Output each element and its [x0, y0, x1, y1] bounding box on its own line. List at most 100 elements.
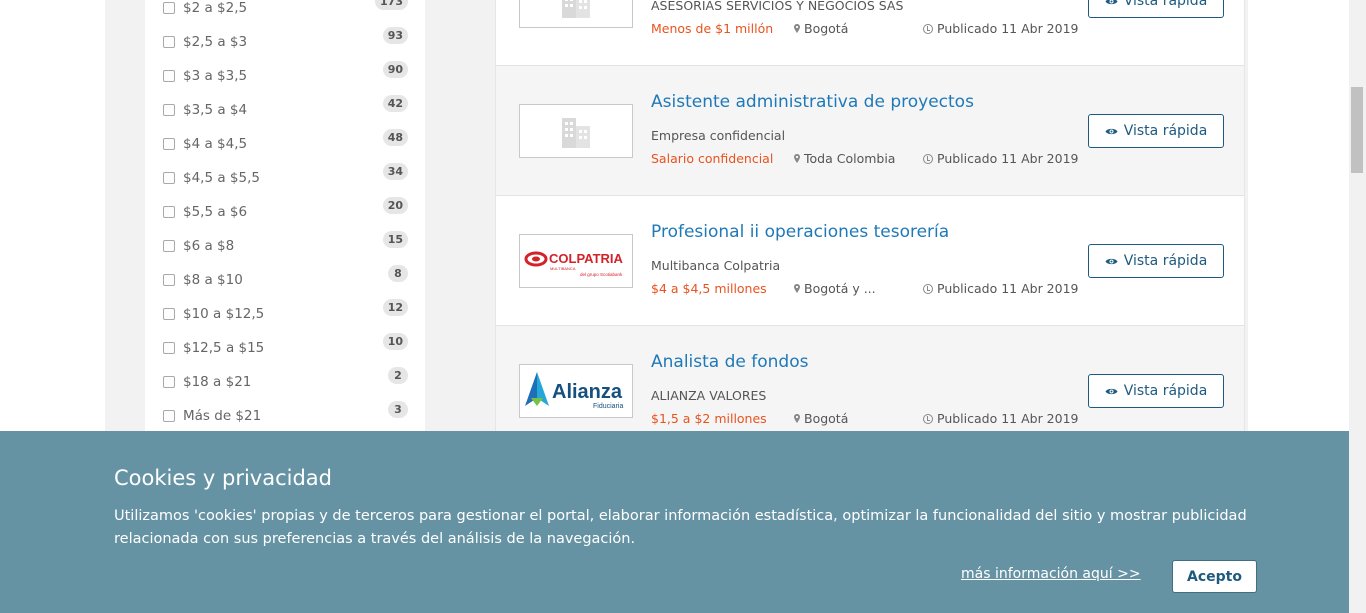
clock-icon — [923, 413, 933, 424]
filter-checkbox[interactable] — [163, 342, 175, 354]
location: Bogotá y ... — [794, 281, 876, 296]
accept-cookies-button[interactable]: Acepto — [1172, 560, 1257, 593]
location-text: Bogotá — [804, 21, 849, 36]
cookie-banner: Cookies y privacidad Utilizamos 'cookies… — [0, 431, 1349, 613]
filter-checkbox[interactable] — [163, 36, 175, 48]
salary-filter-option[interactable]: $12,5 a $15 10 — [163, 333, 408, 358]
building-placeholder-icon[interactable] — [519, 0, 633, 28]
salary-filter-option[interactable]: $4,5 a $5,5 34 — [163, 163, 408, 188]
job-title-link[interactable]: Asistente administrativa de proyectos — [651, 92, 974, 112]
map-pin-icon — [794, 24, 800, 33]
quick-view-label: Vista rápida — [1123, 0, 1208, 9]
salary-text: Menos de $1 millón — [651, 21, 774, 36]
filter-option-label: $3,5 a $4 — [183, 102, 248, 118]
job-title-link[interactable]: Profesional ii operaciones tesorería — [651, 222, 949, 242]
filter-checkbox[interactable] — [163, 2, 175, 14]
posted-date: Publicado 11 Abr 2019 — [923, 411, 1079, 426]
salary-filter-option[interactable]: $5,5 a $6 20 — [163, 197, 408, 222]
salary-filter-option[interactable]: $6 a $8 15 — [163, 231, 408, 256]
filter-option-label: $5,5 a $6 — [183, 204, 248, 220]
quick-view-label: Vista rápida — [1123, 253, 1208, 269]
company-name: ALIANZA VALORES — [651, 388, 767, 403]
eye-icon — [1105, 388, 1118, 394]
salary-filter-option[interactable]: $2,5 a $3 93 — [163, 27, 408, 52]
filter-count-badge: 48 — [382, 129, 408, 146]
salary-filter-option[interactable]: Más de $21 3 — [163, 401, 408, 426]
salary-text: $1,5 a $2 millones — [651, 411, 767, 426]
posted-text: Publicado 11 Abr 2019 — [937, 281, 1079, 296]
salary-filter-option[interactable]: $3 a $3,5 90 — [163, 61, 408, 86]
quick-view-button[interactable]: Vista rápida — [1088, 374, 1224, 408]
filter-checkbox[interactable] — [163, 206, 175, 218]
filter-count-badge: 8 — [388, 265, 408, 282]
salary-filter-option[interactable]: $10 a $12,5 12 — [163, 299, 408, 324]
salary-filter-option[interactable]: $2 a $2,5 173 — [163, 0, 408, 18]
posted-date: Publicado 11 Abr 2019 — [923, 281, 1079, 296]
salary-text: Salario confidencial — [651, 151, 774, 166]
filter-option-label: Más de $21 — [183, 408, 262, 424]
location: Bogotá — [794, 21, 848, 36]
building-placeholder-icon[interactable] — [519, 104, 633, 158]
company-name: ASESORIAS SERVICIOS Y NEGOCIOS SAS — [651, 0, 904, 13]
filter-option-label: $4,5 a $5,5 — [183, 170, 260, 186]
vertical-scrollbar[interactable] — [1349, 0, 1366, 613]
filter-checkbox[interactable] — [163, 172, 175, 184]
filter-count-badge: 34 — [382, 163, 408, 180]
filter-option-label: $12,5 a $15 — [183, 340, 265, 356]
salary-filter-panel: $2 a $2,5 173 $2,5 a $3 93 $3 a $3,5 90 … — [145, 0, 425, 440]
posted-text: Publicado 11 Abr 2019 — [937, 411, 1079, 426]
alianza-brand: Alianza — [552, 381, 623, 403]
filter-checkbox[interactable] — [163, 138, 175, 150]
filter-option-label: $6 a $8 — [183, 238, 235, 254]
more-info-link[interactable]: más información aquí >> — [961, 566, 1141, 582]
filter-count-badge: 15 — [382, 231, 408, 248]
location-text: Bogotá — [804, 411, 849, 426]
filter-checkbox[interactable] — [163, 240, 175, 252]
filter-checkbox[interactable] — [163, 70, 175, 82]
filter-option-label: $2 a $2,5 — [183, 0, 248, 16]
salary-text: $4 a $4,5 millones — [651, 281, 767, 296]
filter-count-badge: 42 — [382, 95, 408, 112]
quick-view-button[interactable]: Vista rápida — [1088, 114, 1224, 148]
filter-option-label: $10 a $12,5 — [183, 306, 265, 322]
filter-count-badge: 20 — [382, 197, 408, 214]
location: Bogotá — [794, 411, 848, 426]
quick-view-label: Vista rápida — [1123, 123, 1208, 139]
location: Toda Colombia — [794, 151, 895, 166]
scrollbar-thumb[interactable] — [1351, 87, 1363, 173]
map-pin-icon — [794, 154, 800, 163]
map-pin-icon — [794, 284, 800, 293]
posted-date: Publicado 11 Abr 2019 — [923, 151, 1079, 166]
eye-icon — [1105, 0, 1118, 4]
quick-view-button[interactable]: Vista rápida — [1088, 244, 1224, 278]
filter-checkbox[interactable] — [163, 274, 175, 286]
colpatria-sub: MULTIBANCA — [550, 266, 576, 271]
filter-count-badge: 2 — [388, 367, 408, 384]
job-title-link[interactable]: Analista de fondos — [651, 352, 808, 372]
alianza-logo[interactable]: Alianza Fiduciaria — [519, 364, 633, 418]
company-name: Multibanca Colpatria — [651, 258, 781, 273]
filter-count-badge: 173 — [375, 0, 408, 10]
cookie-banner-title: Cookies y privacidad — [114, 466, 332, 490]
quick-view-button[interactable]: Vista rápida — [1088, 0, 1224, 18]
salary-filter-option[interactable]: $4 a $4,5 48 — [163, 129, 408, 154]
filter-checkbox[interactable] — [163, 410, 175, 422]
job-card[interactable]: ASESORIAS SERVICIOS Y NEGOCIOS SAS Menos… — [495, 0, 1245, 66]
alianza-sub: Fiduciaria — [593, 403, 623, 410]
filter-checkbox[interactable] — [163, 104, 175, 116]
posted-date: Publicado 11 Abr 2019 — [923, 21, 1079, 36]
salary-filter-option[interactable]: $18 a $21 2 — [163, 367, 408, 392]
filter-count-badge: 12 — [382, 299, 408, 316]
colpatria-group: del grupo Scotiabank — [580, 272, 623, 277]
job-card[interactable]: Asistente administrativa de proyectos Em… — [495, 66, 1245, 196]
filter-checkbox[interactable] — [163, 308, 175, 320]
filter-option-label: $2,5 a $3 — [183, 34, 248, 50]
eye-icon — [1105, 258, 1118, 264]
filter-option-label: $8 a $10 — [183, 272, 243, 288]
colpatria-logo[interactable]: COLPATRIA MULTIBANCA del grupo Scotiaban… — [519, 234, 633, 288]
filter-checkbox[interactable] — [163, 376, 175, 388]
salary-filter-option[interactable]: $3,5 a $4 42 — [163, 95, 408, 120]
colpatria-brand: COLPATRIA — [549, 251, 624, 266]
salary-filter-option[interactable]: $8 a $10 8 — [163, 265, 408, 290]
job-card[interactable]: COLPATRIA MULTIBANCA del grupo Scotiaban… — [495, 196, 1245, 326]
